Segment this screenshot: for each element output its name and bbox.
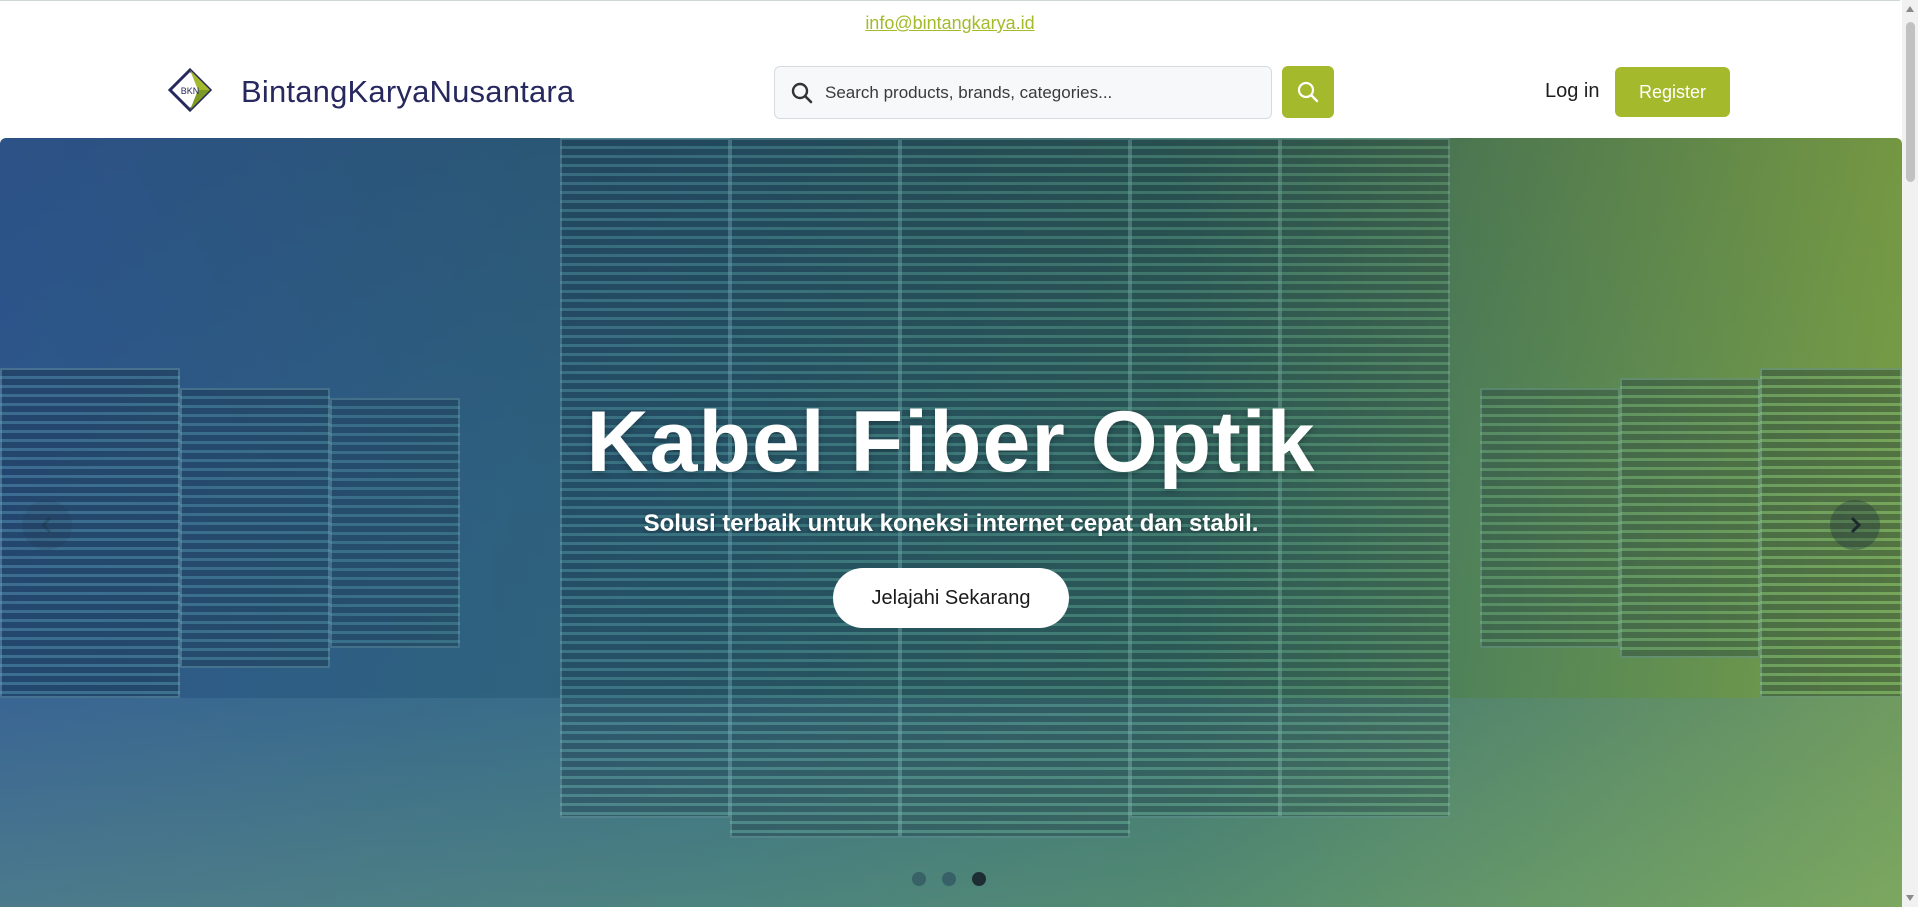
login-link[interactable]: Log in: [1545, 80, 1600, 103]
brand-name[interactable]: BintangKaryaNusantara: [241, 74, 574, 110]
register-button[interactable]: Register: [1615, 67, 1730, 117]
scroll-down-arrow[interactable]: [1906, 895, 1914, 901]
scroll-thumb[interactable]: [1906, 22, 1915, 182]
hero-content: Kabel Fiber Optik Solusi terbaik untuk k…: [0, 393, 1902, 628]
vertical-scrollbar[interactable]: [1902, 0, 1918, 907]
email-link[interactable]: info@bintangkarya.id: [865, 13, 1034, 34]
search-icon: [791, 82, 813, 104]
carousel-dot[interactable]: [942, 872, 956, 886]
logo-text: BKN: [181, 86, 200, 96]
search-box: [774, 66, 1272, 119]
carousel-prev-button[interactable]: [22, 500, 72, 550]
carousel-dot[interactable]: [912, 872, 926, 886]
search-button[interactable]: [1282, 66, 1334, 118]
search-button-icon: [1297, 81, 1319, 103]
search-input[interactable]: [825, 67, 1265, 118]
contact-bar: info@bintangkarya.id: [0, 0, 1900, 48]
site-header: BKN BintangKaryaNusantara Log in Registe…: [0, 48, 1900, 138]
bkn-logo-icon[interactable]: BKN: [168, 68, 212, 112]
hero-banner: Kabel Fiber Optik Solusi terbaik untuk k…: [0, 138, 1902, 907]
explore-now-button[interactable]: Jelajahi Sekarang: [833, 568, 1069, 628]
page: info@bintangkarya.id BKN BintangKaryaNus…: [0, 0, 1918, 907]
hero-subtitle: Solusi terbaik untuk koneksi internet ce…: [643, 510, 1259, 537]
carousel-dot-active[interactable]: [972, 872, 986, 886]
scroll-up-arrow[interactable]: [1906, 6, 1914, 12]
carousel-indicators: [912, 872, 992, 888]
carousel-next-button[interactable]: [1830, 500, 1880, 550]
chevron-right-icon: [1850, 516, 1862, 534]
hero-title: Kabel Fiber Optik: [586, 394, 1316, 490]
chevron-left-icon: [40, 516, 52, 534]
